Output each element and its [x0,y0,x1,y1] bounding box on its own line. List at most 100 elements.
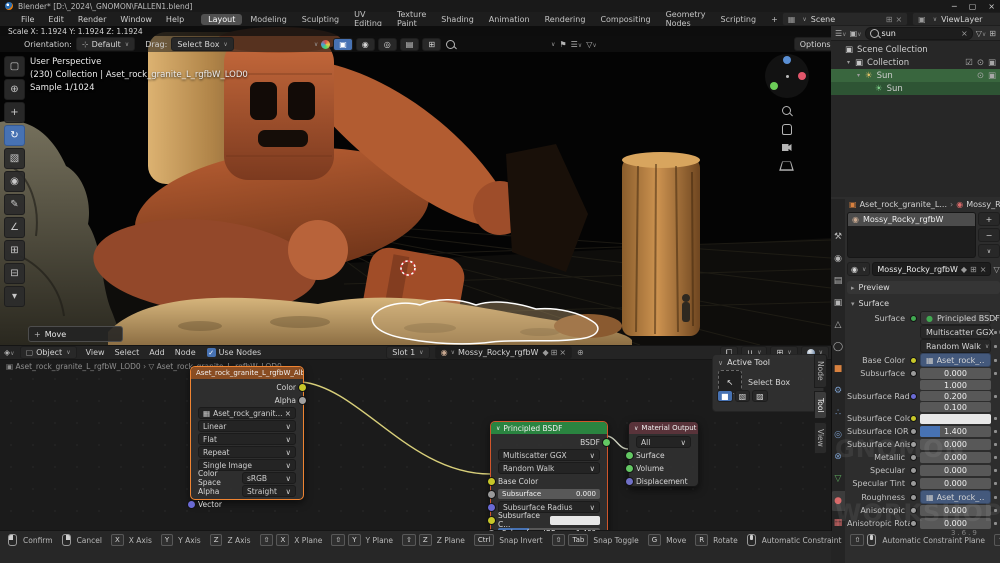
tab-sculpting[interactable]: Sculpting [295,14,346,25]
menu-file[interactable]: File [14,15,41,24]
radius-slider[interactable]: 0.200 [920,391,991,401]
measure-tool[interactable]: ∠ [4,217,25,238]
material-slot-list[interactable]: ◉ Mossy_Rocky_rgfbW [847,212,976,258]
animate-dot-icon[interactable] [994,443,997,446]
socket-subsurface-radius[interactable] [487,503,496,512]
annotation-dropdown-icon[interactable]: ∨ [551,41,555,48]
extrude-tool[interactable]: ⊟ [4,263,25,284]
material-filter-icon[interactable]: ▽∨ [993,265,1000,274]
animate-dot-icon[interactable] [994,496,997,499]
animate-dot-icon[interactable] [994,395,997,398]
properties-tab-render[interactable]: ◉ [831,249,845,269]
surface-panel-header[interactable]: ▾ Surface [847,297,1000,310]
animate-dot-icon[interactable] [994,331,997,334]
bookmark-icon[interactable]: ⚑ [559,40,566,49]
socket-color[interactable] [298,383,307,392]
cursor-tool[interactable]: ⊕ [4,79,25,100]
tab-shading[interactable]: Shading [434,14,481,25]
principled-bsdf-node[interactable]: ∨Principled BSDF BSDFMultiscatter GGX∨Ra… [490,421,608,531]
viewport-shading-solid[interactable]: ▣ [333,38,353,51]
options-dropdown[interactable]: Options∨ [794,37,832,51]
flat-dropdown[interactable]: Flat∨ [198,433,296,445]
shader-copy-icon[interactable]: ⊞ [551,348,558,357]
add-cube-tool[interactable]: ⊞ [4,240,25,261]
properties-tab-object[interactable]: ■ [831,359,845,379]
linear-dropdown[interactable]: Linear∨ [198,420,296,432]
render-camera-icon[interactable]: ▣ [988,71,996,81]
expand-caret[interactable]: ▾ [857,72,865,79]
filter-icon[interactable]: ▽∨ [586,40,597,49]
viewport-3d[interactable]: Scale X: 1.1924 Y: 1.1924 Z: 1.1924 Orie… [0,26,832,345]
image-texture-node[interactable]: Aset_rock_granite_L_rgfbW_Albedo.jp Colo… [190,366,304,500]
expand-caret[interactable]: ▾ [847,59,855,66]
tab-compositing[interactable]: Compositing [593,14,657,25]
rotate-tool[interactable]: ↻ [4,125,25,146]
sidebar-tab-node[interactable]: Node [814,354,827,388]
scene-unlink-icon[interactable]: × [895,15,902,24]
animate-dot-icon[interactable] [994,456,997,459]
axis-x-handle[interactable] [798,72,806,80]
subsurface-ior-slider[interactable]: 1.400 [920,426,991,437]
camera-view-icon[interactable] [782,144,792,151]
socket-alpha[interactable] [298,396,307,405]
pan-view-icon[interactable] [782,124,792,135]
properties-tab-modifiers[interactable]: ⚙ [831,381,845,401]
select-mode-new[interactable]: ■ [717,390,733,402]
scale-tool[interactable]: ▧ [4,148,25,169]
properties-tab-object-data[interactable]: ▽ [831,469,845,489]
socket-subsurface-c-[interactable] [487,516,496,525]
animate-dot-icon[interactable] [994,345,997,348]
remove-slot-button[interactable]: − [978,228,1000,242]
animate-dot-icon[interactable] [994,417,997,420]
socket-subsurface-ior[interactable] [487,529,496,531]
tab-modeling[interactable]: Modeling [243,14,293,25]
viewport-zoom-icon[interactable] [446,40,455,49]
shader-editor-type-icon[interactable]: ◈∨ [4,348,15,357]
more-tools[interactable]: ▾ [4,286,25,307]
specular-slider[interactable]: 0.000 [920,465,991,476]
axis-z-handle[interactable] [783,56,791,64]
properties-tab-world[interactable]: ◯ [831,337,845,357]
sidebar-tab-view[interactable]: View [814,422,827,454]
roughness-texture-field[interactable]: ▦Aset_rock_..._ughness.jpg [920,490,991,504]
shader-material-field[interactable]: ◉∨ Mossy_Rocky_rgfbW ◆ ⊞ × [435,346,572,359]
clear-search-icon[interactable]: × [961,29,968,38]
hide-eye-icon[interactable]: ⊙ [977,58,984,68]
radius-slider[interactable]: 1.000 [920,380,991,390]
tab-layout[interactable]: Layout [201,14,242,25]
animate-dot-icon[interactable] [994,430,997,433]
subsurface-color-swatch[interactable] [550,516,600,525]
specular-tint-slider[interactable]: 0.000 [920,478,991,489]
tab-rendering[interactable]: Rendering [538,14,593,25]
material-preview-ball-icon[interactable] [321,40,330,49]
viewport-overlays-toggle[interactable]: ▤ [400,38,420,51]
shader-menu-select[interactable]: Select [115,348,140,357]
add-slot-button[interactable]: + [978,212,1000,226]
animate-dot-icon[interactable] [994,372,997,375]
shader-menu-view[interactable]: View [86,348,105,357]
close-button[interactable]: × [988,2,995,11]
add-workspace-button[interactable]: + [767,15,782,24]
properties-tab-output[interactable]: ▤ [831,271,845,291]
display-mode-icon[interactable]: ▣∨ [850,29,862,38]
properties-tab-material[interactable]: ● [831,491,845,511]
pin-icon[interactable]: ⊕ [577,348,584,357]
outliner-row-sun[interactable]: ▾☀Sun⊙▣ [831,69,1000,82]
animate-dot-icon[interactable] [994,509,997,512]
shader-mode-dropdown[interactable]: ▢ Object∨ [20,346,77,359]
properties-tab-physics[interactable]: ◎ [831,425,845,445]
socket-surface[interactable] [625,451,634,460]
transform-tool[interactable]: ◉ [4,171,25,192]
socket-vector[interactable] [187,500,196,509]
shading-dropdown-icon[interactable]: ∨ [314,41,318,48]
menu-edit[interactable]: Edit [41,15,71,24]
viewlayer-selector[interactable]: ▣∨ ViewLayer ⊞ × [912,12,1000,26]
render-target-dropdown[interactable]: All∨ [636,436,691,448]
radius-slider[interactable]: 0.100 [920,402,991,412]
outliner-row-scene-collection[interactable]: ▣Scene Collection [831,43,1000,56]
copy-material-icon[interactable]: ⊞ [970,265,977,274]
scene-new-icon[interactable]: ⊞ [886,15,893,24]
sidebar-tab-tool[interactable]: Tool [814,391,827,420]
viewport-gizmos-toggle[interactable]: ⊞ [422,38,441,51]
shader-menu-add[interactable]: Add [149,348,165,357]
